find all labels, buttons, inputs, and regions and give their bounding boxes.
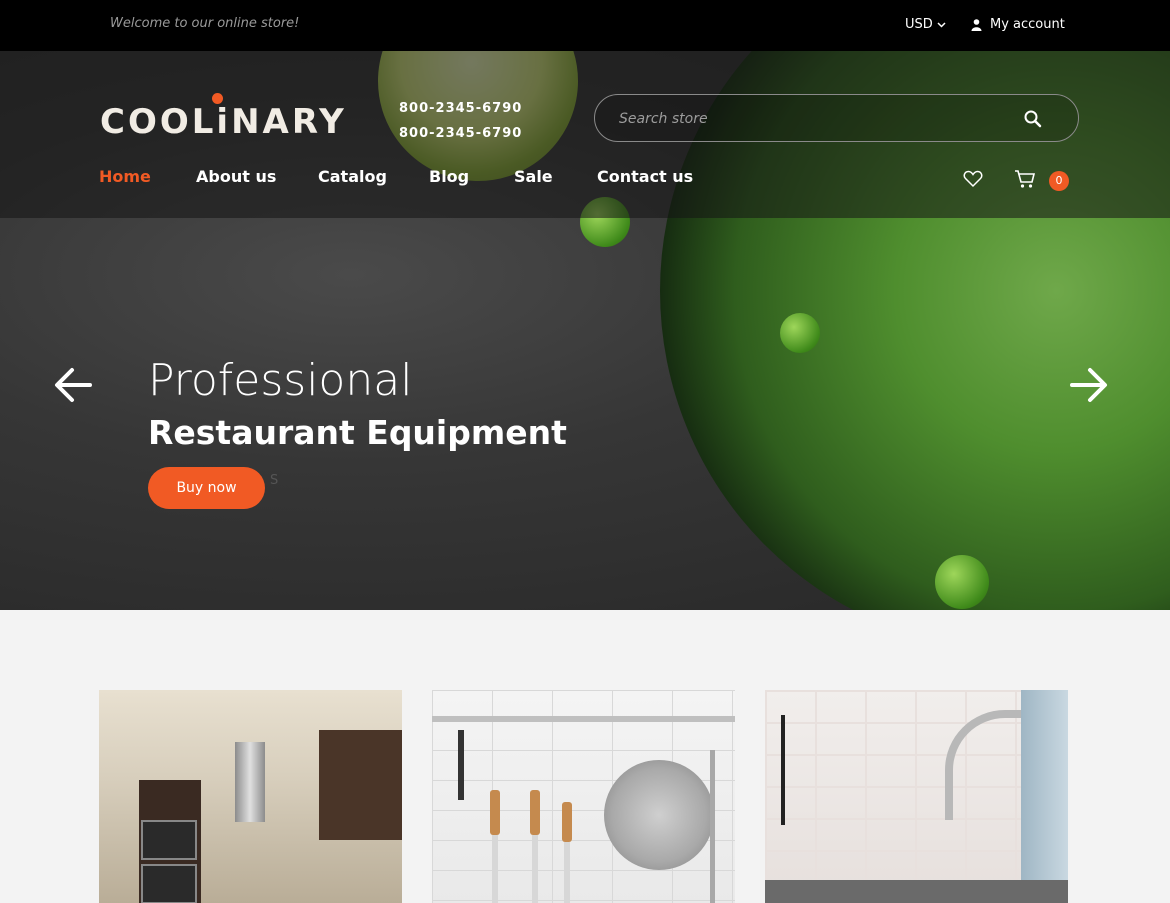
logo-dot-icon <box>212 93 223 104</box>
nav-blog[interactable]: Blog <box>429 167 514 186</box>
knife-handle <box>530 790 540 835</box>
nav-about-us[interactable]: About us <box>196 167 318 186</box>
range-hood-shape <box>235 742 265 822</box>
cart-icon[interactable] <box>1014 169 1036 189</box>
search-input[interactable] <box>619 107 999 131</box>
cabinet-shape <box>319 730 402 840</box>
slide-heading-light: Professional <box>148 355 413 406</box>
nav-contact-us[interactable]: Contact us <box>597 167 707 186</box>
pea-image <box>935 555 989 609</box>
buy-now-button[interactable]: Buy now <box>148 467 265 509</box>
welcome-text: Welcome to our online store! <box>110 16 300 31</box>
slide-heading-bold: Restaurant Equipment <box>148 413 567 452</box>
counter-shape <box>765 880 1068 903</box>
phone-number[interactable]: 800-2345-6790 <box>399 96 522 121</box>
window-strip <box>1021 690 1068 903</box>
knife-handle <box>562 802 572 842</box>
utensil-shape <box>781 715 785 825</box>
knife-blade <box>492 835 498 903</box>
nav-home[interactable]: Home <box>99 167 196 186</box>
my-account-link[interactable]: My account <box>971 17 1065 32</box>
pea-image <box>780 313 820 353</box>
colander-shape <box>604 760 714 870</box>
arrow-right-icon[interactable] <box>1068 364 1110 406</box>
currency-label: USD <box>905 17 933 32</box>
knife-blade <box>564 842 570 903</box>
main-nav: Home About us Catalog Blog Sale Contact … <box>99 167 707 186</box>
user-icon <box>971 18 982 31</box>
knife-blade <box>532 835 538 903</box>
currency-selector[interactable]: USD <box>905 17 946 32</box>
oven-shape <box>141 820 197 860</box>
top-bar: Welcome to our online store! USD My acco… <box>0 0 1170 51</box>
chevron-down-icon <box>937 21 946 28</box>
category-card-kitchen[interactable] <box>99 690 402 903</box>
nav-sale[interactable]: Sale <box>514 167 597 186</box>
stray-text: S <box>270 473 279 488</box>
phone-numbers: 800-2345-6790 800-2345-6790 <box>399 96 522 146</box>
ladle-shape <box>710 750 715 903</box>
oven-shape <box>141 864 197 903</box>
cart-count-badge: 0 <box>1049 171 1069 191</box>
knife-handle <box>490 790 500 835</box>
category-card-faucet[interactable] <box>765 690 1068 903</box>
arrow-left-icon[interactable] <box>52 364 94 406</box>
nav-catalog[interactable]: Catalog <box>318 167 429 186</box>
knife-blade <box>458 730 464 800</box>
site-logo[interactable]: COOLiNARY <box>100 102 347 142</box>
phone-number[interactable]: 800-2345-6790 <box>399 121 522 146</box>
category-card-utensils[interactable] <box>432 690 735 903</box>
my-account-label: My account <box>990 17 1065 32</box>
heart-icon[interactable] <box>963 170 983 188</box>
search-box <box>594 94 1079 142</box>
search-icon[interactable] <box>1023 109 1043 129</box>
utensil-rail <box>432 716 735 722</box>
